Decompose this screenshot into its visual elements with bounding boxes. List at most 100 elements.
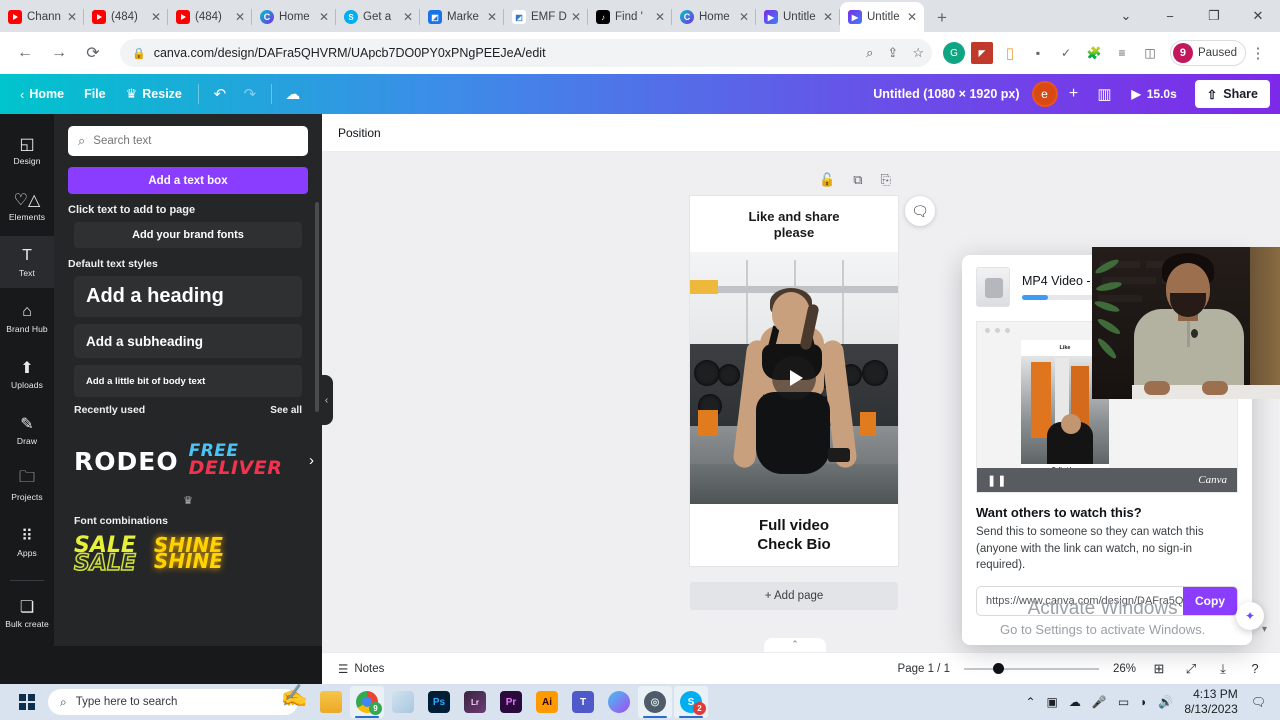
browser-tab[interactable]: ◩ Marke ✕ — [420, 2, 504, 32]
insights-icon[interactable]: ▥ — [1090, 80, 1120, 108]
side-panel-icon[interactable]: ◫ — [1139, 42, 1161, 64]
help-icon[interactable]: ? — [1246, 661, 1264, 676]
add-collaborator-button[interactable]: + — [1062, 85, 1086, 103]
browser-tab[interactable]: ♪ Find ' ✕ — [588, 2, 672, 32]
sidebar-item-brand-hub[interactable]: ⌂ Brand Hub — [0, 292, 54, 344]
font-combo-shine[interactable]: SHINE SHINE — [154, 535, 223, 573]
minimize-button[interactable]: − — [1148, 0, 1192, 32]
gray-extension-icon[interactable]: ▪ — [1027, 42, 1049, 64]
share-button[interactable]: ⇧ Share — [1194, 80, 1270, 108]
photoshop-icon[interactable]: Ps — [422, 686, 456, 718]
add-page-button[interactable]: + Add page — [690, 582, 898, 610]
back-icon[interactable]: ← — [10, 38, 40, 68]
add-body-text-button[interactable]: Add a little bit of body text — [74, 365, 302, 397]
design-top-text[interactable]: Like and share please — [690, 196, 898, 252]
sidebar-item-draw[interactable]: ✎ Draw — [0, 404, 54, 456]
browser-tab[interactable]: ▶ Untitle ✕ — [756, 2, 840, 32]
undo-icon[interactable]: ↶ — [205, 80, 235, 108]
close-icon[interactable]: ✕ — [904, 9, 920, 25]
design-video-element[interactable] — [690, 252, 898, 504]
meet-now-icon[interactable]: ▣ — [1047, 695, 1058, 709]
search-input[interactable] — [93, 135, 298, 147]
redo-icon[interactable]: ↷ — [235, 80, 265, 108]
notifications-icon[interactable]: 🗨 — [1251, 695, 1266, 709]
address-bar[interactable]: 🔒 canva.com/design/DAFra5QHVRM/UApcb7DO0… — [120, 39, 932, 67]
onedrive-icon[interactable]: ☁ — [1069, 695, 1081, 709]
search-input-wrapper[interactable]: ⌕ — [68, 126, 308, 156]
close-icon[interactable]: ✕ — [652, 9, 668, 25]
teams-icon[interactable]: T — [566, 686, 600, 718]
browser-tab[interactable]: Home ✕ — [672, 2, 756, 32]
zoom-slider-knob[interactable] — [992, 663, 1004, 674]
copy-button[interactable]: Copy — [1183, 587, 1237, 616]
check-icon[interactable]: ✓ — [1055, 42, 1077, 64]
close-window-button[interactable]: ✕ — [1236, 0, 1280, 32]
font-combo-sale[interactable]: SALE SALE — [73, 534, 136, 575]
comment-add-icon[interactable]: 🗨 — [905, 196, 935, 226]
add-brand-fonts-button[interactable]: Add your brand fonts — [74, 222, 302, 248]
see-all-link[interactable]: See all — [270, 405, 302, 416]
close-icon[interactable]: ✕ — [148, 9, 164, 25]
magic-sparkle-icon[interactable]: ✦ — [1236, 602, 1264, 630]
sidebar-item-elements[interactable]: ♡△ Elements — [0, 180, 54, 232]
forward-icon[interactable]: → — [44, 38, 74, 68]
timeline-expand-handle[interactable]: ⌃ — [764, 638, 826, 652]
premiere-icon[interactable]: Pr — [494, 686, 528, 718]
sidebar-item-text[interactable]: T Text — [0, 236, 54, 288]
reading-list-icon[interactable]: ≡ — [1111, 42, 1133, 64]
puzzle-icon[interactable]: 🧩 — [1083, 42, 1105, 64]
position-button[interactable]: Position — [338, 126, 381, 140]
tab-list-chevron-down-icon[interactable]: ⌄ — [1104, 0, 1148, 32]
share-link-row[interactable]: https://www.canva.com/design/DAFra5Q Cop… — [976, 586, 1238, 617]
copilot-icon[interactable] — [602, 686, 636, 718]
new-tab-button[interactable]: + — [928, 4, 956, 32]
windows-start-icon[interactable] — [6, 694, 48, 710]
design-bottom-text[interactable]: Full video Check Bio — [690, 504, 898, 566]
grammarly-icon[interactable]: G — [942, 42, 965, 64]
play-icon[interactable] — [772, 356, 816, 400]
browser-tab[interactable]: S Get a ✕ — [336, 2, 420, 32]
browser-tab[interactable]: ◩ EMF D ✕ — [504, 2, 588, 32]
close-icon[interactable]: ✕ — [736, 9, 752, 25]
browser-tab-active[interactable]: ▶ Untitle ✕ — [840, 2, 924, 32]
add-heading-button[interactable]: Add a heading — [74, 276, 302, 317]
close-icon[interactable]: ✕ — [64, 9, 80, 25]
collapse-panel-button[interactable]: ‹ — [320, 375, 333, 425]
sidebar-item-design[interactable]: ◱ Design — [0, 124, 54, 176]
resize-button[interactable]: ♛ Resize — [116, 80, 192, 108]
lightroom-icon[interactable]: Lr — [458, 686, 492, 718]
browser-tab[interactable]: Home ✕ — [252, 2, 336, 32]
chrome-icon[interactable]: 9 — [350, 686, 384, 718]
volume-icon[interactable]: 🔊 — [1158, 695, 1173, 709]
browser-tab[interactable]: (484) ✕ — [84, 2, 168, 32]
panel-scrollbar[interactable] — [315, 202, 319, 412]
sidebar-item-uploads[interactable]: ⬆ Uploads — [0, 348, 54, 400]
file-explorer-icon[interactable] — [314, 686, 348, 718]
lastpass-icon[interactable]: ▯ — [999, 42, 1021, 64]
wifi-icon[interactable]: ◗ — [1140, 695, 1147, 709]
duplicate-icon[interactable]: ⧉ — [853, 172, 862, 188]
skype-icon[interactable]: S2 — [674, 686, 708, 718]
reload-icon[interactable]: ⟳ — [78, 38, 108, 68]
sidebar-item-bulk-create[interactable]: ❏ Bulk create — [0, 587, 54, 639]
play-duration-button[interactable]: ▶ 15.0s — [1124, 80, 1185, 108]
add-page-icon[interactable]: ⎘ — [880, 172, 890, 188]
illustrator-icon[interactable]: Ai — [530, 686, 564, 718]
file-menu-button[interactable]: File — [74, 80, 116, 108]
sidebar-item-projects[interactable]: 🗀 Projects — [0, 460, 54, 512]
close-icon[interactable]: ✕ — [568, 9, 584, 25]
taskbar-clock[interactable]: 4:13 PM 8/13/2023 — [1184, 687, 1237, 717]
back-home-button[interactable]: ‹ Home — [10, 80, 74, 108]
chevron-up-icon[interactable]: ⌃ — [1025, 695, 1035, 709]
pause-icon[interactable]: ❚❚ — [987, 474, 1007, 487]
taskbar-search-input[interactable]: ⌕ Type here to search ✍ — [48, 683, 308, 715]
lock-icon[interactable]: 🔓 — [819, 172, 835, 188]
kebab-menu-icon[interactable]: ⋮ — [1246, 44, 1270, 62]
recent-text-style-rodeo[interactable]: RODEO — [74, 447, 179, 476]
browser-tab[interactable]: Chann ✕ — [0, 2, 84, 32]
add-a-text-box-button[interactable]: Add a text box — [68, 167, 308, 194]
battery-icon[interactable]: ▭ — [1118, 695, 1129, 709]
notes-button[interactable]: ☰ Notes — [338, 662, 384, 676]
sticky-notes-icon[interactable] — [386, 686, 420, 718]
bittorrent-icon[interactable]: ◎ — [638, 686, 672, 718]
